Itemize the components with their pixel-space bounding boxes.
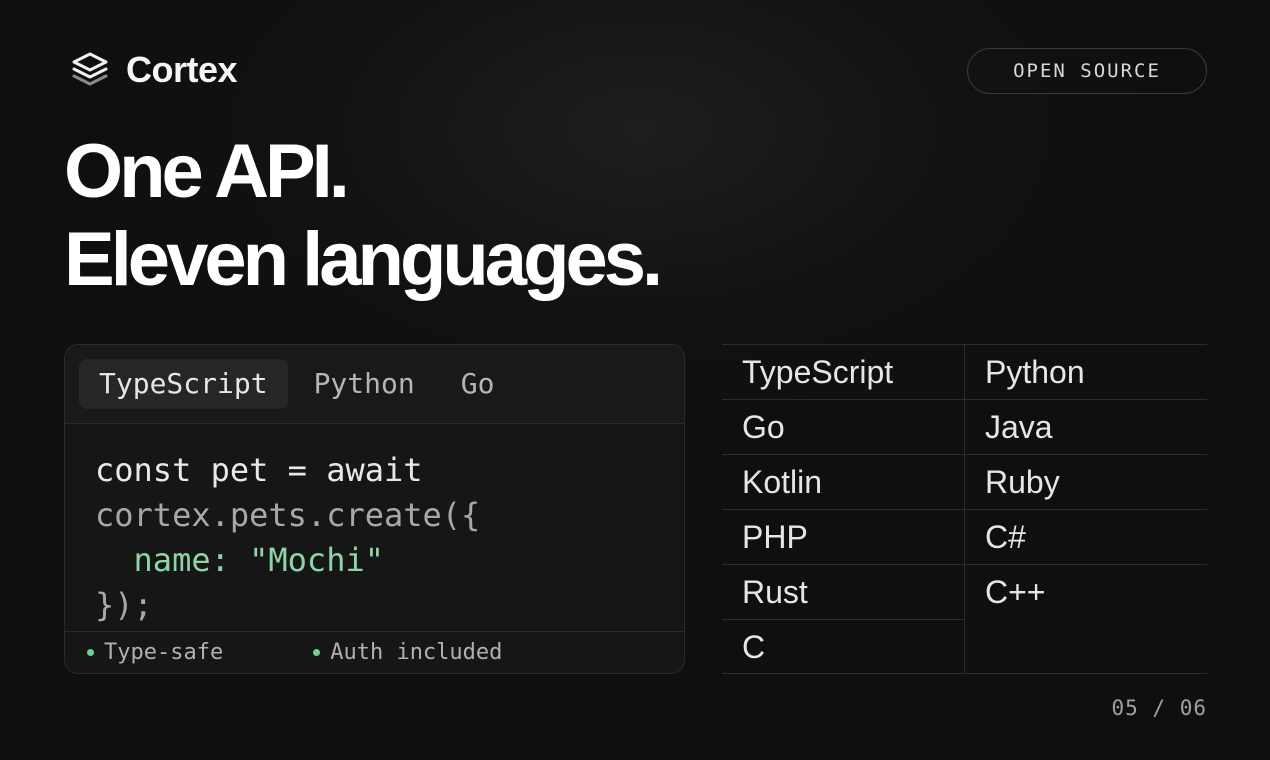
languages-grid: TypeScript Go Kotlin PHP Rust C Python J…: [722, 344, 1207, 674]
language-cell: C++: [985, 574, 1046, 610]
code-line-3: name: "Mochi": [95, 541, 384, 579]
language-cell: Rust: [722, 565, 964, 620]
layers-stack-icon: [72, 52, 108, 86]
language-cell: Kotlin: [722, 455, 964, 510]
page-indicator: 05 / 06: [1111, 696, 1207, 720]
status-dot-icon: [87, 649, 94, 656]
headline-line-1: One API.: [64, 129, 350, 214]
page-title: One API. Eleven languages.: [64, 128, 663, 304]
code-line-2: cortex.pets.create({: [95, 496, 481, 534]
feature-label: Type-safe: [104, 640, 224, 665]
code-card: TypeScript Python Go const pet = await co…: [64, 344, 685, 674]
brand-name: Cortex: [126, 49, 238, 90]
tab-typescript[interactable]: TypeScript: [79, 359, 288, 409]
code-block: const pet = await cortex.pets.create({ na…: [65, 424, 684, 628]
status-dot-icon: [313, 649, 321, 656]
open-source-badge: OPEN SOURCE: [967, 48, 1207, 94]
headline-line-2: Eleven languages.: [64, 217, 663, 302]
feature-item: Auth included: [313, 640, 502, 665]
feature-item: Type-safe: [87, 640, 223, 665]
feature-label: Auth included: [330, 640, 503, 665]
language-cell: TypeScript: [722, 345, 964, 400]
language-cell: Go: [722, 400, 964, 455]
language-cell: C: [742, 629, 766, 665]
language-cell: Ruby: [965, 455, 1207, 510]
language-cell: Java: [965, 400, 1207, 455]
code-card-footer: Type-safe Auth included: [65, 631, 684, 673]
language-cell: PHP: [722, 510, 964, 565]
code-line-4: });: [95, 586, 153, 624]
language-cell: C#: [965, 510, 1207, 565]
code-line-1: const pet = await: [95, 451, 423, 489]
tab-python[interactable]: Python: [294, 359, 435, 409]
tab-go[interactable]: Go: [441, 359, 515, 409]
language-cell: Python: [965, 345, 1207, 400]
code-tabs: TypeScript Python Go: [65, 345, 684, 424]
brand: Cortex: [68, 48, 238, 92]
